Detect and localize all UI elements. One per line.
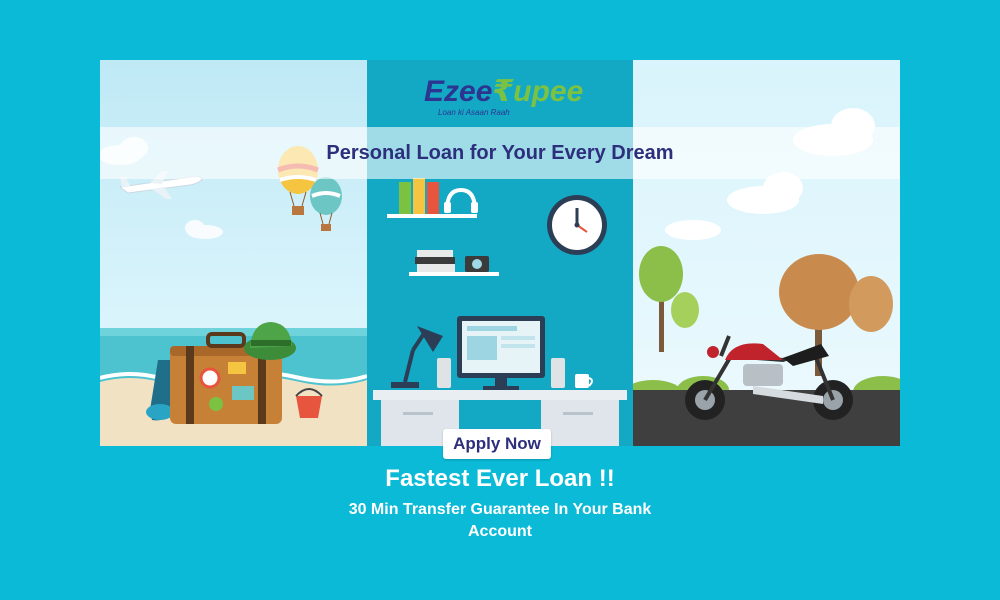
desk-lamp-icon	[391, 326, 443, 388]
travel-scene	[100, 60, 367, 446]
logo-text-ezee: Ezee	[424, 75, 493, 108]
books-shelf-icon	[387, 178, 478, 218]
speaker-icon	[437, 358, 451, 388]
wall-clock-icon	[547, 195, 607, 255]
tree-icon	[639, 246, 699, 352]
hot-air-balloon-icon	[310, 177, 342, 231]
apply-now-button[interactable]: Apply Now	[443, 429, 551, 459]
logo-tagline: Loan ki Asaan Raah	[438, 108, 510, 117]
coffee-cup-icon	[575, 374, 593, 388]
promo-headline: Fastest Ever Loan !!	[385, 465, 615, 492]
banner-tagline: Personal Loan for Your Every Dream	[326, 142, 674, 164]
ezeerupee-logo: Ezee₹upee Loan ki Asaan Raah	[424, 74, 583, 120]
logo-text-rupee: ₹upee	[492, 75, 584, 108]
promo-subline: 30 Min Transfer Guarantee In Your Bank A…	[348, 501, 652, 540]
hat-icon	[244, 322, 296, 360]
motorbike-scene	[633, 60, 900, 446]
speaker-icon	[551, 358, 565, 388]
monitor-icon	[457, 316, 545, 390]
camera-shelf-icon	[409, 250, 499, 276]
